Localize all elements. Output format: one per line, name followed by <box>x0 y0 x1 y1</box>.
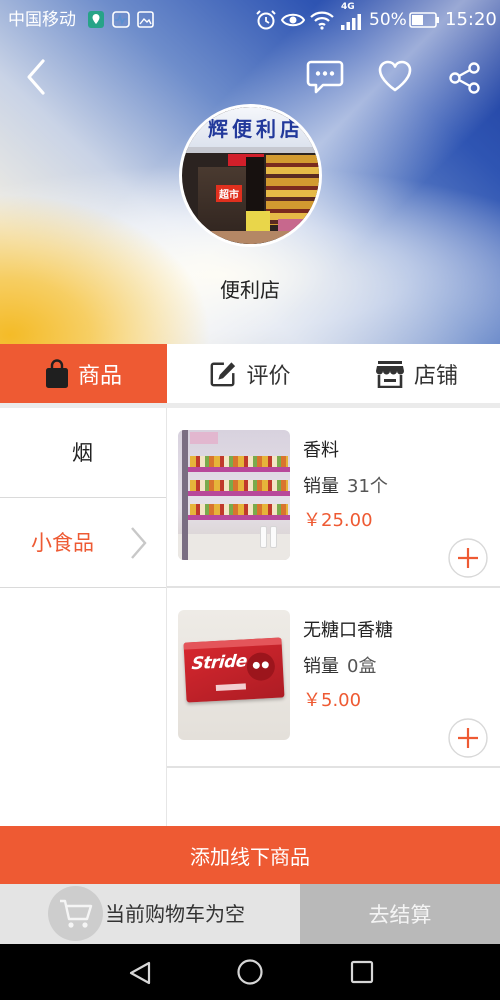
add-offline-product-button[interactable]: 添加线下商品 <box>0 826 500 884</box>
product-list: 香料 销量 31个 ￥25.00 Stride 无糖口香糖 销量 0盒 ￥5.0… <box>167 408 500 826</box>
product-item[interactable]: Stride 无糖口香糖 销量 0盒 ￥5.00 <box>167 588 500 768</box>
shelf-photo-shelf <box>188 515 290 520</box>
cart-summary[interactable]: 当前购物车为空 <box>0 884 300 944</box>
tab-store[interactable]: 店铺 <box>333 344 500 403</box>
share-icon[interactable] <box>448 61 482 95</box>
avatar-sign-text: 辉便利店 <box>208 117 304 141</box>
category-label: 烟 <box>72 441 93 465</box>
product-name: 无糖口香糖 <box>303 620 393 641</box>
clock-time: 15:20 <box>445 9 497 30</box>
cart-button[interactable] <box>48 886 103 941</box>
nav-recents-icon[interactable] <box>350 960 374 984</box>
product-item[interactable]: 香料 销量 31个 ￥25.00 <box>167 408 500 588</box>
cart-bar: 当前购物车为空 去结算 <box>0 884 500 944</box>
shelf-photo-shelf <box>188 491 290 496</box>
mascot-eye <box>261 661 269 669</box>
shelf-photo-goods <box>190 480 288 491</box>
eye-icon <box>281 13 305 27</box>
avatar-floor <box>182 231 319 244</box>
mascot-eye <box>252 661 260 670</box>
plus-circle-icon[interactable] <box>448 538 488 578</box>
shelf-photo-pole <box>182 430 188 560</box>
product-price: ￥5.00 <box>303 690 362 711</box>
shelf-photo-board <box>190 432 218 444</box>
edit-review-icon <box>211 361 236 386</box>
category-item-snacks[interactable]: 小食品 <box>0 498 166 588</box>
heart-icon[interactable] <box>376 58 414 94</box>
tab-products[interactable]: 商品 <box>0 344 167 403</box>
sales-label: 销量 <box>303 656 339 677</box>
tab-reviews[interactable]: 评价 <box>167 344 333 403</box>
wifi-icon <box>310 11 334 30</box>
store-avatar: 辉便利店 超市 <box>179 104 322 247</box>
gum-brand-logo: Stride <box>190 651 248 675</box>
store-icon <box>375 360 404 388</box>
product-image[interactable] <box>178 430 290 560</box>
product-sales: 销量 31个 <box>303 475 388 499</box>
store-name: 便利店 <box>220 278 280 302</box>
system-nav-bar <box>0 944 500 1000</box>
product-image[interactable]: Stride <box>178 610 290 740</box>
battery-percent: 50% <box>369 10 407 30</box>
category-sidebar: 烟 小食品 <box>0 408 167 826</box>
chat-bubble-icon[interactable] <box>305 56 345 96</box>
gum-photo-box: Stride <box>183 637 285 703</box>
plus-circle-icon[interactable] <box>448 718 488 758</box>
sales-label: 销量 <box>303 476 339 497</box>
shelf-photo-bottle <box>260 526 267 548</box>
alarm-icon <box>256 10 276 30</box>
chevron-right-icon <box>131 527 147 559</box>
gum-box-mascot <box>246 651 276 682</box>
tab-bar: 商品 评价 店铺 <box>0 344 500 403</box>
gallery-app-icon <box>137 11 154 28</box>
sales-value: 0盒 <box>347 656 377 677</box>
cart-empty-text: 当前购物车为空 <box>105 902 245 926</box>
avatar-light-box <box>246 211 270 231</box>
nav-back-icon[interactable] <box>128 960 152 986</box>
sales-value: 31个 <box>347 476 388 497</box>
product-sales: 销量 0盒 <box>303 655 376 679</box>
shopping-bag-icon <box>45 358 68 388</box>
battery-icon <box>409 12 439 28</box>
store-page: 中国移动 4G 50% 15:20 辉便利店 超市 便利店 商品 评价 店铺 烟… <box>0 0 500 1000</box>
carrier-name: 中国移动 <box>8 10 76 30</box>
shelf-photo-bottle <box>270 526 277 548</box>
health-app-icon <box>112 11 130 28</box>
status-bar: 中国移动 4G 50% 15:20 <box>0 0 500 40</box>
tab-reviews-label: 评价 <box>246 363 291 389</box>
nav-home-icon[interactable] <box>236 958 264 986</box>
shelf-photo-goods <box>190 456 288 467</box>
category-label: 小食品 <box>31 531 94 555</box>
shelf-photo-goods <box>190 504 288 515</box>
avatar-shelves <box>266 155 319 225</box>
map-app-icon <box>88 11 104 28</box>
tab-products-label: 商品 <box>77 363 122 389</box>
avatar-store-sign: 辉便利店 <box>182 107 319 147</box>
avatar-small-sign: 超市 <box>216 185 242 202</box>
back-arrow-icon[interactable] <box>22 57 50 97</box>
checkout-button[interactable]: 去结算 <box>300 884 500 944</box>
product-price: ￥25.00 <box>303 510 373 531</box>
category-item-cigarettes[interactable]: 烟 <box>0 408 166 498</box>
shelf-photo-shelf <box>188 467 290 472</box>
gum-box-label <box>215 683 247 691</box>
cart-icon <box>59 899 92 928</box>
tab-store-label: 店铺 <box>413 363 458 389</box>
avatar-sign-trim <box>182 147 319 153</box>
network-type: 4G <box>341 2 355 12</box>
product-name: 香料 <box>303 440 339 461</box>
store-header-banner: 中国移动 4G 50% 15:20 辉便利店 超市 便利店 <box>0 0 500 344</box>
signal-icon <box>341 14 361 30</box>
